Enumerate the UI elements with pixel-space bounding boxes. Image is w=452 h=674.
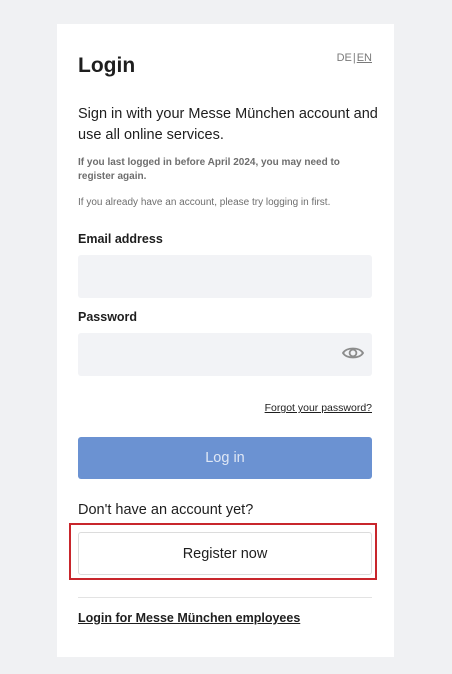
eye-icon[interactable] bbox=[342, 344, 364, 362]
language-en-link[interactable]: EN bbox=[357, 52, 372, 64]
reregister-notice: If you last logged in before April 2024,… bbox=[78, 157, 340, 182]
page-title: Login bbox=[78, 54, 136, 77]
language-switcher: DE|EN bbox=[337, 52, 372, 64]
forgot-password-link[interactable]: Forgot your password? bbox=[265, 402, 372, 414]
no-account-text: Don't have an account yet? bbox=[78, 502, 254, 518]
login-button[interactable]: Log in bbox=[78, 437, 372, 479]
password-label: Password bbox=[78, 310, 138, 324]
employee-login-link[interactable]: Login for Messe München employees bbox=[78, 611, 300, 625]
password-field[interactable] bbox=[78, 333, 372, 376]
register-button[interactable]: Register now bbox=[78, 532, 372, 575]
divider bbox=[78, 597, 372, 598]
intro-text: Sign in with your Messe München account … bbox=[78, 106, 378, 143]
language-separator: | bbox=[352, 52, 356, 64]
language-de-link[interactable]: DE bbox=[337, 52, 352, 64]
login-card: DE|EN Login Sign in with your Messe Münc… bbox=[57, 24, 394, 657]
email-field[interactable] bbox=[78, 255, 372, 298]
login-first-notice: If you already have an account, please t… bbox=[78, 197, 331, 208]
email-label: Email address bbox=[78, 232, 163, 246]
